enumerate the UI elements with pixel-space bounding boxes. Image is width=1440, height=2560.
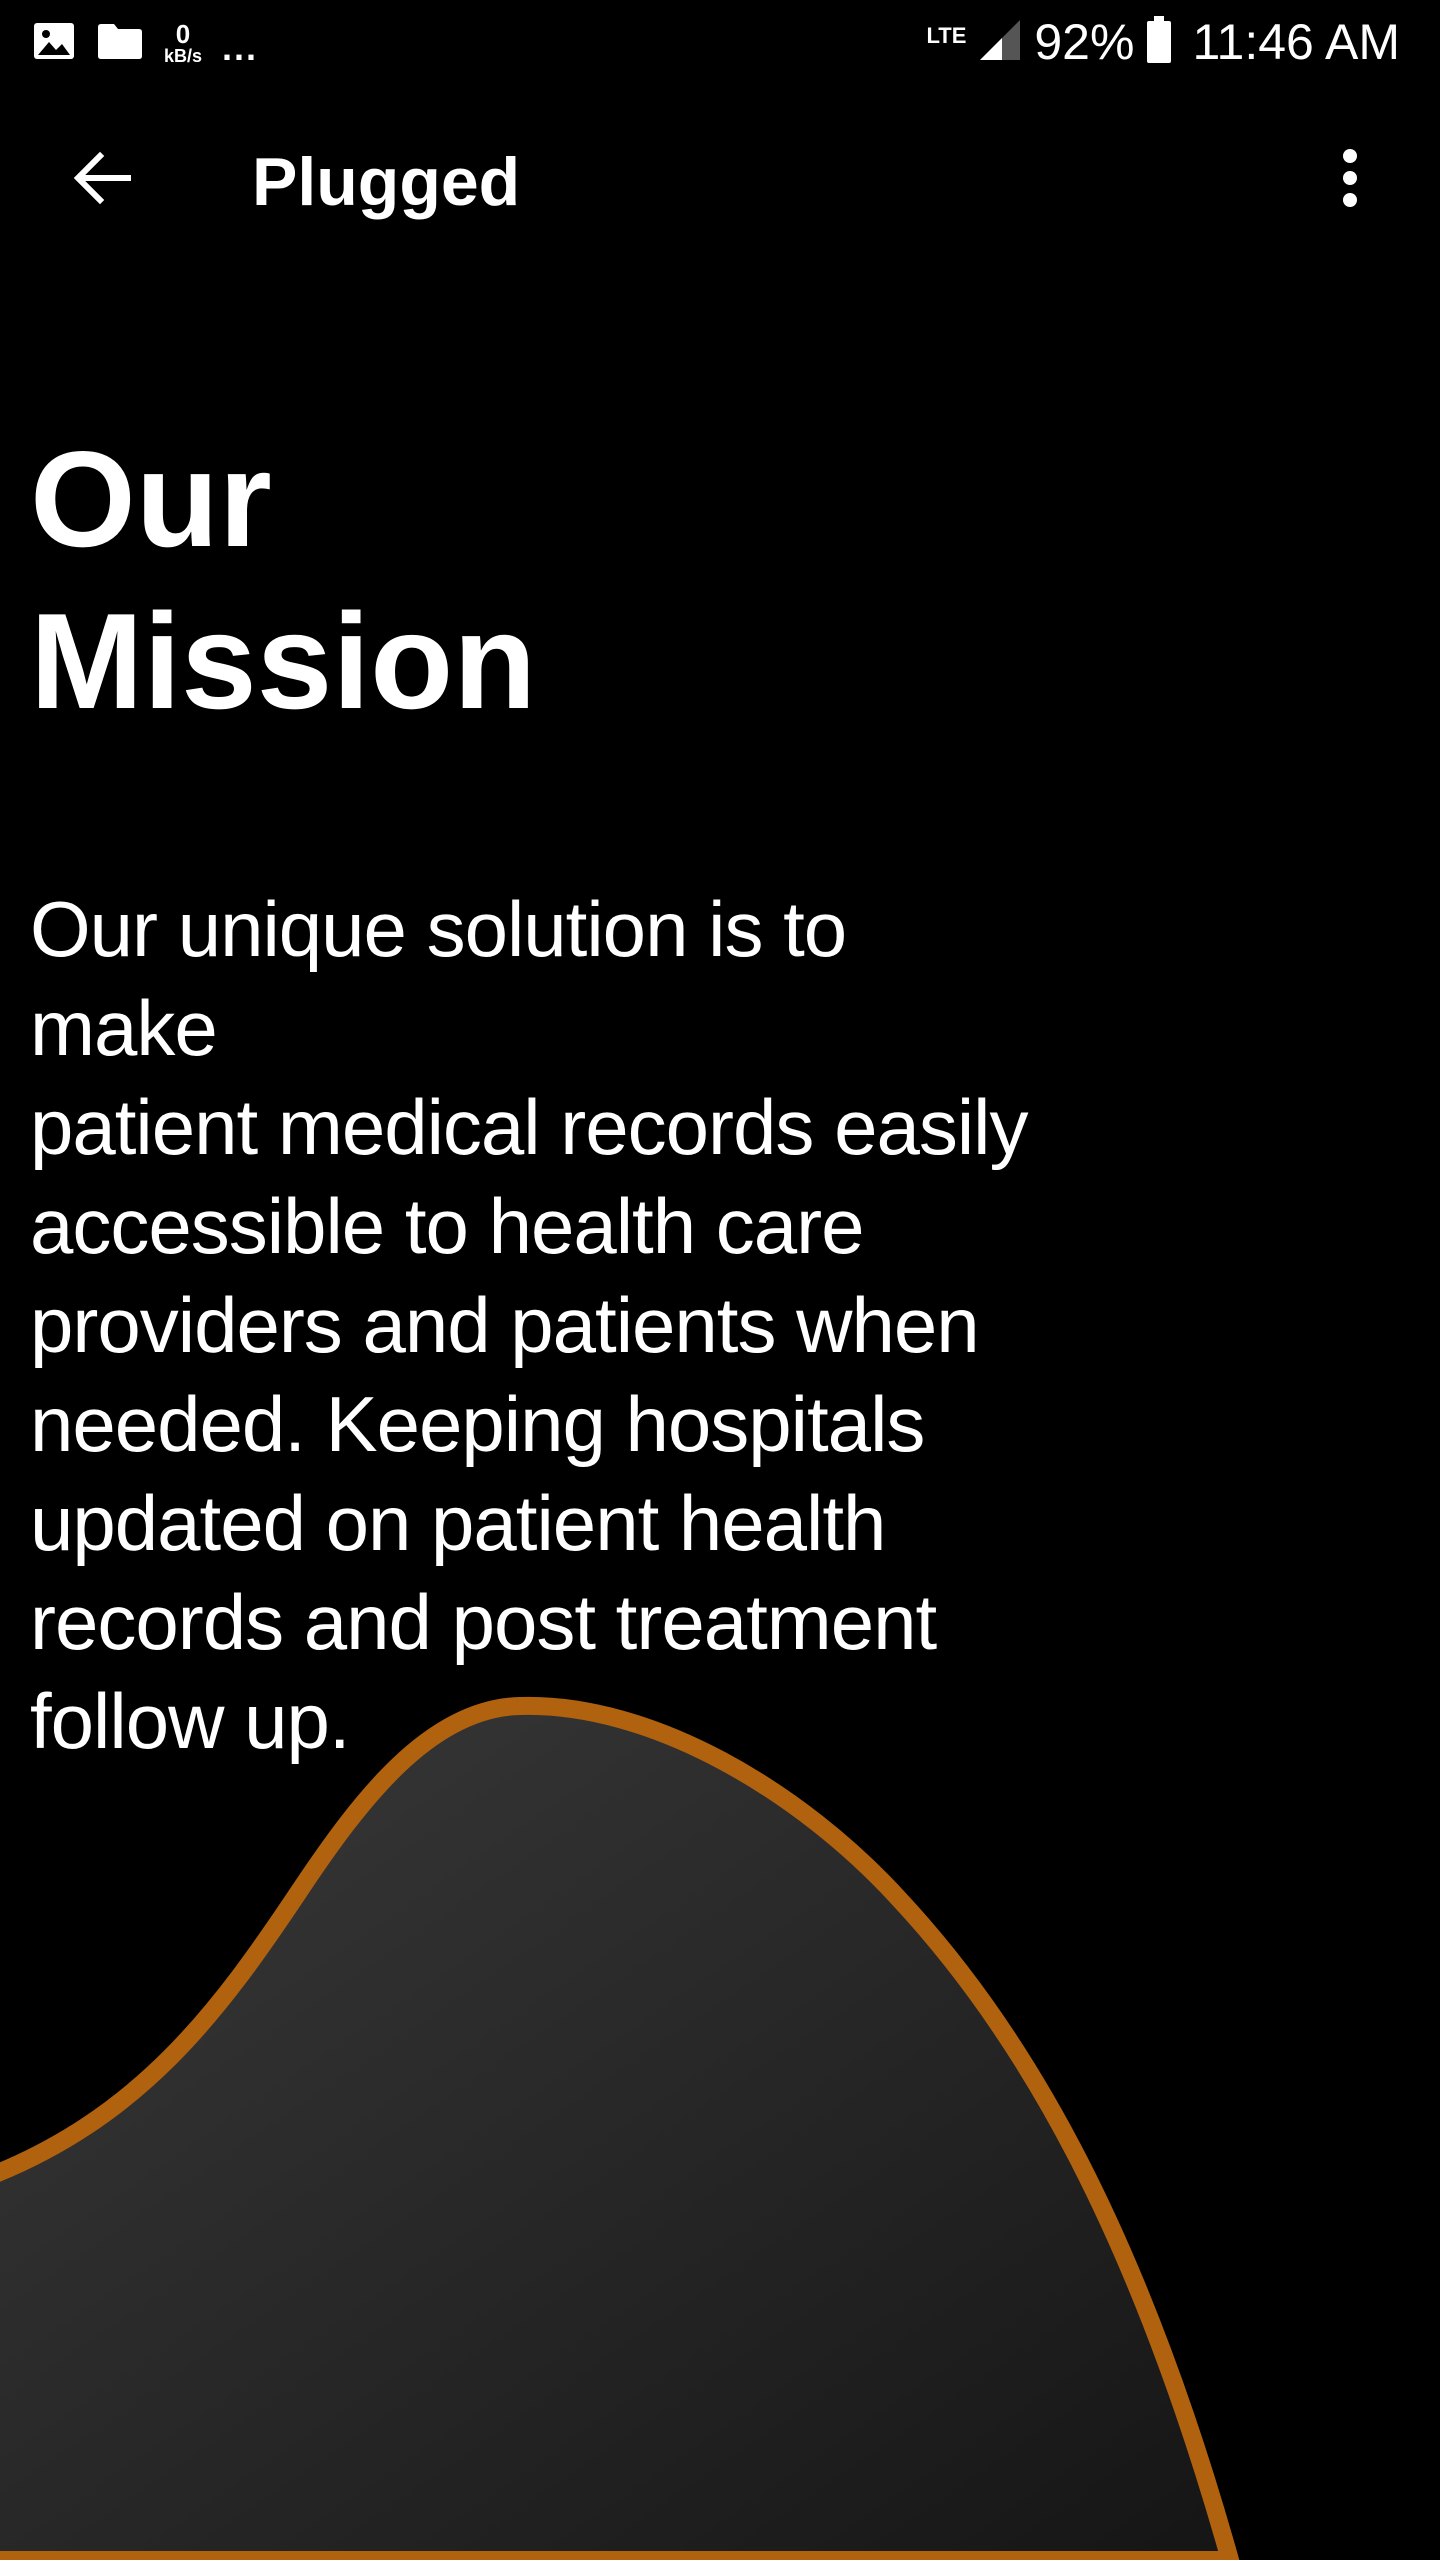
signal-icon	[978, 18, 1022, 67]
more-notifications: ...	[222, 27, 259, 68]
more-vert-icon	[1340, 146, 1360, 215]
network-speed-value: 0	[175, 19, 191, 49]
network-type: LTE	[926, 23, 967, 48]
status-left: 0 kB/s ...	[32, 18, 258, 68]
app-title: Plugged	[252, 144, 521, 220]
status-bar: 0 kB/s ... LTE 92% 11:46 AM	[0, 0, 1440, 84]
status-right: LTE 92% 11:46 AM	[926, 10, 1400, 74]
image-icon	[32, 21, 76, 66]
battery-percent: 92%	[1034, 14, 1135, 70]
app-bar: Plugged	[0, 84, 1440, 284]
arrow-back-icon	[70, 146, 134, 215]
back-button[interactable]	[52, 130, 152, 230]
mission-description: Our unique solution is to make patient m…	[30, 885, 1028, 1765]
clock: 11:46 AM	[1192, 14, 1400, 70]
blob-shape	[0, 1696, 1240, 2560]
network-speed-unit: kB/s	[164, 46, 203, 66]
decorative-blob	[0, 1696, 1240, 2560]
network-speed: 0 kB/s	[164, 21, 202, 65]
battery-icon	[1146, 15, 1172, 69]
overflow-menu-button[interactable]	[1300, 130, 1400, 230]
page-heading: Our Mission	[30, 423, 537, 737]
folder-icon	[96, 21, 144, 66]
